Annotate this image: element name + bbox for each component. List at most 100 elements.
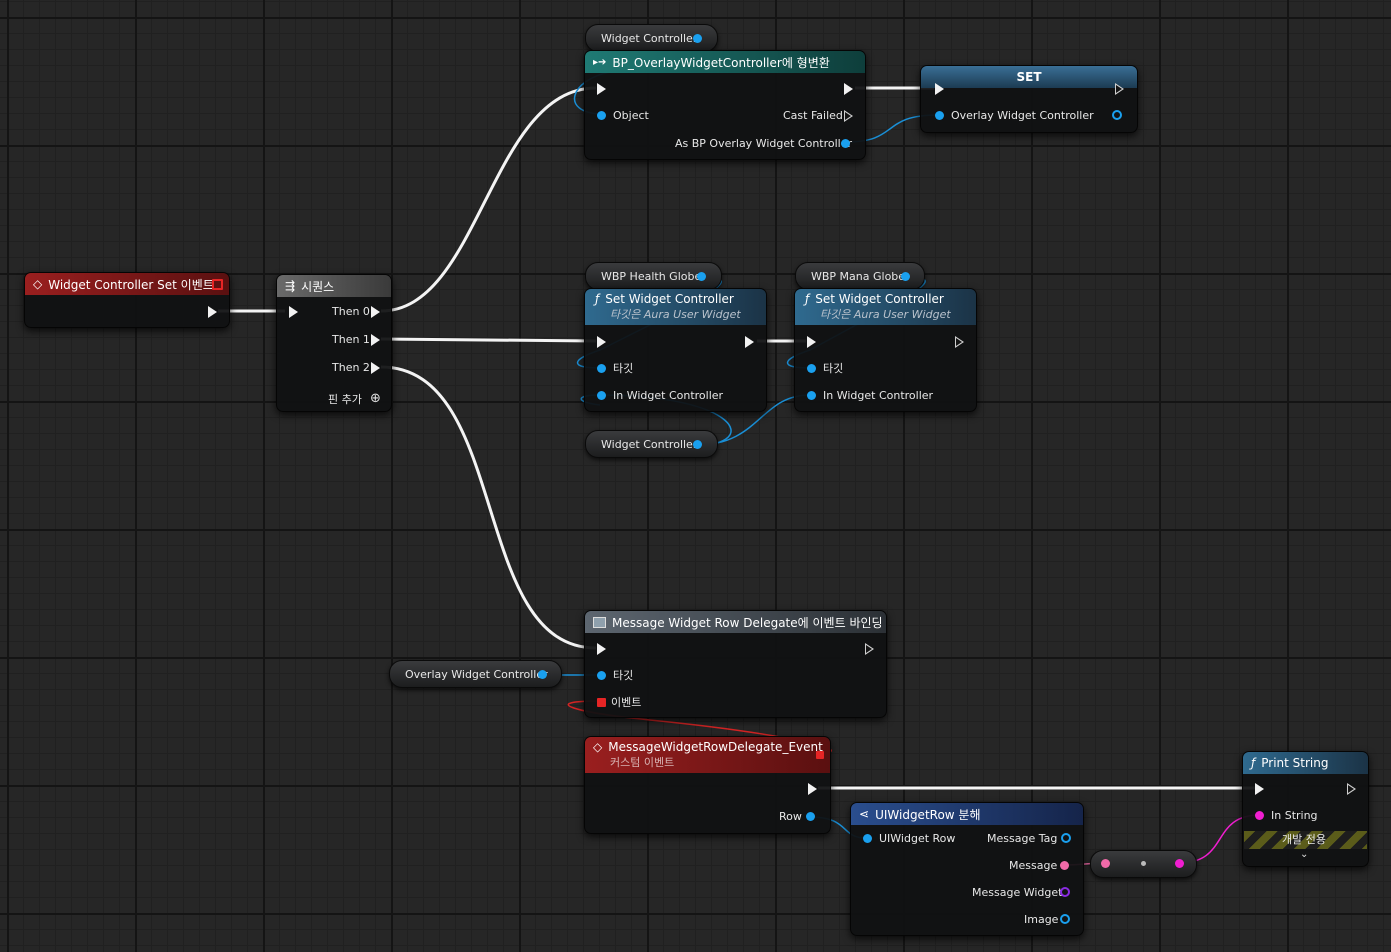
conversion-output-pin[interactable] [1175,859,1184,868]
break-struct-title: UIWidgetRow 분해 [875,807,981,822]
exec-wire [380,365,597,650]
set-widget-controller-health-node[interactable]: ƒ Set Widget Controller 타깃은 Aura User Wid… [584,288,767,412]
custom-event-title: MessageWidgetRowDelegate_Event [608,740,823,754]
event-node-header: ◇ Widget Controller Set 이벤트 [25,273,229,295]
variable-label: Overlay Widget Controller [405,668,548,681]
in-widget-controller-pin[interactable] [807,391,816,400]
exec-wire [380,86,597,313]
set-variable-node[interactable]: SET Overlay Widget Controller [920,65,1138,133]
message-pin[interactable] [1060,861,1069,870]
message-widget-label: Message Widget [972,886,1063,899]
variable-label: Widget Controller [601,32,698,45]
delegate-output-pin[interactable] [816,751,824,759]
exec-output-pin[interactable] [844,83,853,95]
object-input-pin[interactable] [597,111,606,120]
variable-label: WBP Health Globe [601,270,702,283]
chevron-down-icon[interactable]: ⌄ [1300,849,1308,860]
exec-output-pin[interactable] [1347,783,1356,795]
break-icon: ⋖ [859,807,870,821]
exec-input-pin[interactable] [807,336,816,348]
custom-event-node[interactable]: ◇ MessageWidgetRowDelegate_Event 커스텀 이벤트 … [584,736,831,834]
cast-node-title: BP_OverlayWidgetController에 형변환 [612,55,830,70]
message-tag-pin[interactable] [1061,833,1071,843]
target-input-pin[interactable] [597,364,606,373]
in-widget-controller-pin[interactable] [597,391,606,400]
conversion-dot-icon [1141,861,1146,866]
add-pin-label[interactable]: 핀 추가 [328,393,362,407]
break-struct-header: ⋖ UIWidgetRow 분해 [851,803,1083,825]
exec-input-pin[interactable] [597,643,606,655]
sequence-node[interactable]: ⇶ 시퀀스 Then 0 Then 1 Then 2 핀 추가 ⊕ [276,274,392,412]
cast-node[interactable]: ▸➔ BP_OverlayWidgetController에 형변환 Objec… [584,50,866,160]
image-pin[interactable] [1060,914,1070,924]
target-label: 타깃 [613,669,634,682]
bind-event-node[interactable]: Message Widget Row Delegate에 이벤트 바인딩 타깃 … [584,610,887,718]
print-string-node[interactable]: ƒ Print String In String 개발 전용 ⌄ [1242,751,1369,867]
as-output-pin[interactable] [841,139,850,148]
message-tag-label: Message Tag [987,832,1058,845]
then-0-pin[interactable] [371,306,380,318]
value-input-pin[interactable] [935,111,944,120]
conversion-input-pin[interactable] [1101,859,1110,868]
set-variable-label: Overlay Widget Controller [951,109,1094,122]
delegate-output-pin[interactable] [212,279,223,290]
set-widget-controller-mana-node[interactable]: ƒ Set Widget Controller 타깃은 Aura User Wid… [794,288,977,412]
function-icon: ƒ [595,292,600,306]
function-node-header: ƒ Print String [1243,752,1368,774]
event-input-pin[interactable] [597,698,606,707]
struct-input-label: UIWidget Row [879,832,956,845]
event-widget-controller-set-node[interactable]: ◇ Widget Controller Set 이벤트 [24,272,230,328]
target-input-pin[interactable] [597,671,606,680]
add-pin-icon[interactable]: ⊕ [370,391,381,406]
overlay-widget-controller-getter[interactable]: Overlay Widget Controller [389,660,562,688]
function-title: Set Widget Controller [815,292,944,306]
exec-input-pin[interactable] [597,83,606,95]
sequence-icon: ⇶ [285,279,296,293]
target-label: 타깃 [613,362,634,375]
object-label: Object [613,109,649,122]
exec-output-pin[interactable] [1115,83,1124,95]
conversion-node[interactable] [1090,850,1197,878]
exec-input-pin[interactable] [289,306,298,318]
widget-controller-getter-top[interactable]: Widget Controller [585,24,718,52]
object-output-pin[interactable] [901,272,910,281]
object-output-pin[interactable] [697,272,706,281]
struct-input-pin[interactable] [863,834,872,843]
sequence-node-title: 시퀀스 [301,279,335,294]
then-1-label: Then 1 [332,333,370,346]
function-subtitle: 타깃은 Aura User Widget [820,308,951,321]
exec-input-pin[interactable] [597,336,606,348]
event-label: 이벤트 [611,696,642,709]
then-2-pin[interactable] [371,362,380,374]
message-widget-pin[interactable] [1060,887,1070,897]
target-input-pin[interactable] [807,364,816,373]
exec-output-pin[interactable] [808,783,817,795]
exec-output-pin[interactable] [745,336,754,348]
set-node-title: SET [1016,70,1042,84]
in-widget-controller-label: In Widget Controller [823,389,934,402]
object-output-pin[interactable] [693,34,702,43]
wbp-mana-globe-getter[interactable]: WBP Mana Globe [795,262,925,290]
exec-output-pin[interactable] [865,643,874,655]
exec-output-pin[interactable] [208,306,217,318]
cast-node-header: ▸➔ BP_OverlayWidgetController에 형변환 [585,51,865,73]
break-struct-node[interactable]: ⋖ UIWidgetRow 분해 UIWidget Row Message Ta… [850,802,1084,936]
function-title: Set Widget Controller [605,292,734,306]
exec-input-pin[interactable] [1255,783,1264,795]
cast-failed-pin[interactable] [844,110,853,122]
wbp-health-globe-getter[interactable]: WBP Health Globe [585,262,722,290]
object-output-pin[interactable] [693,440,702,449]
then-0-label: Then 0 [332,305,370,318]
function-node-header: ƒ Set Widget Controller 타깃은 Aura User Wid… [585,289,766,325]
exec-output-pin[interactable] [955,336,964,348]
object-output-pin[interactable] [538,670,547,679]
widget-controller-getter-mid[interactable]: Widget Controller [585,430,718,458]
exec-input-pin[interactable] [935,83,944,95]
event-icon: ◇ [593,740,603,754]
value-output-pin[interactable] [1112,110,1122,120]
in-string-pin[interactable] [1255,811,1264,820]
in-widget-controller-label: In Widget Controller [613,389,724,402]
then-1-pin[interactable] [371,334,380,346]
development-only-banner: 개발 전용 [1244,831,1367,849]
row-output-pin[interactable] [806,812,815,821]
